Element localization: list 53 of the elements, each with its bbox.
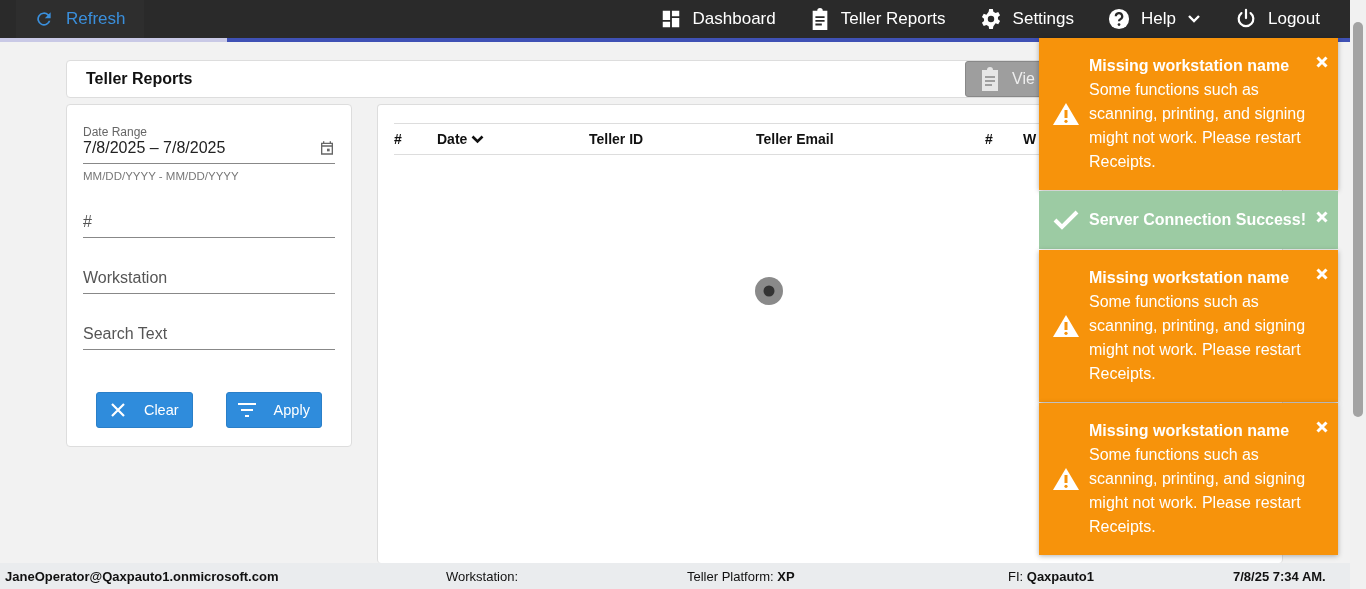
chevron-down-icon [1187,14,1201,24]
column-header[interactable]: # [985,131,1023,147]
input-field[interactable]: Search Text [83,319,335,350]
calendar-icon[interactable] [319,140,335,156]
checkmark-icon [1053,210,1079,230]
page-title: Teller Reports [86,70,193,88]
close-icon[interactable] [1316,56,1328,68]
sort-chevron-icon [471,134,485,144]
date-range-field[interactable]: Date Range 7/8/2025 – 7/8/2025 [83,125,335,164]
power-icon [1235,8,1257,30]
input-field[interactable]: # [83,207,335,238]
apply-button[interactable]: Apply [225,392,322,428]
close-icon [109,402,126,418]
field-label: Date Range [83,125,149,139]
field-hint: MM/DD/YYYY - MM/DD/YYYY [83,170,240,182]
status-text: 7/8/25 7:34 AM. [1233,568,1327,584]
toast-message: Some functions such as scanning, printing, and signing might not work. Please restart Receipts. [1089,80,1307,172]
clipboard-icon [980,67,1000,91]
column-header[interactable]: W [1023,131,1043,147]
help-icon [1108,8,1131,30]
close-icon[interactable] [1316,268,1328,280]
column-header[interactable]: # [394,131,437,147]
nav-link[interactable]: Logout [1235,8,1320,30]
nav-link[interactable]: Dashboard [659,8,776,30]
toast-title: Missing workstation name [1089,421,1291,441]
column-header[interactable]: Date [437,131,589,147]
column-header[interactable]: Teller ID [589,131,756,147]
toast-title: Missing workstation name [1089,268,1291,288]
close-icon[interactable] [1316,421,1328,433]
status-text: FI: Qaxpauto1 [1008,568,1095,584]
toast-message: Some functions such as scanning, printing, and signing might not work. Please restart Receipts. [1089,292,1307,384]
status-text: JaneOperator@Qaxpauto1.onmicrosoft.com [5,568,280,584]
column-header[interactable]: Teller Email [756,131,985,147]
warning-icon [1053,103,1079,125]
field-value: 7/8/2025 – 7/8/2025 [83,139,226,157]
close-icon[interactable] [1316,211,1328,223]
loading-spinner-icon [754,276,784,306]
nav-link[interactable]: Settings [979,8,1075,30]
toast-message: Some functions such as scanning, printing, and signing might not work. Please restart Receipts. [1089,445,1307,537]
clear-button[interactable]: Clear [96,392,193,428]
filter-icon [237,403,256,417]
warning-icon [1053,468,1079,490]
warning-icon [1053,315,1079,337]
toast-title: Server Connection Success! [1089,210,1307,230]
refresh-icon [34,9,54,29]
status-text: Workstation: [446,568,519,584]
refresh-button[interactable]: Refresh [16,0,144,38]
nav-link[interactable]: Teller Reports [809,8,946,30]
input-field[interactable]: Workstation [83,263,335,294]
settings-icon [979,8,1002,30]
status-text: Teller Platform: XP [687,568,796,584]
toast-title: Missing workstation name [1089,56,1291,76]
nav-link[interactable]: Help [1108,8,1201,30]
